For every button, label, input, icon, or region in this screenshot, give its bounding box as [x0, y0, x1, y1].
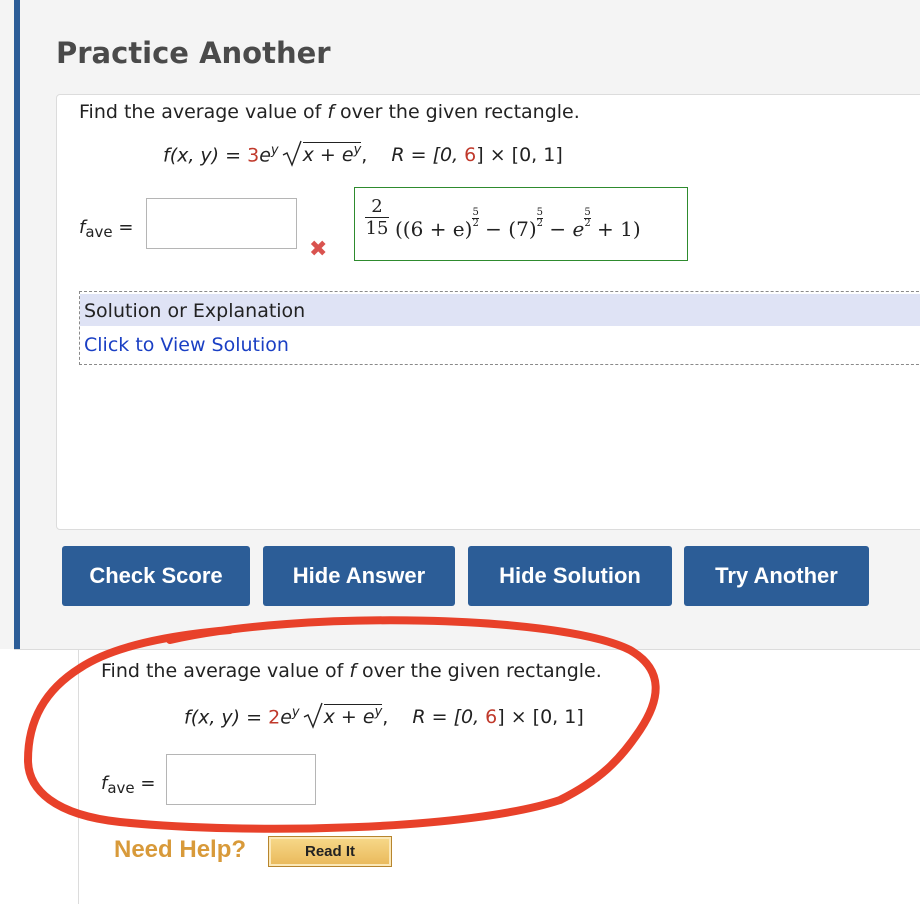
- f-lhs: f(x, y) =: [184, 706, 269, 729]
- question-left-border: [78, 650, 79, 904]
- region-red-value: 6: [464, 144, 477, 167]
- correct-answer-box: 2 15 ((6 + e) 5 2 − (7) 5 2 − e52 + 1): [354, 187, 688, 261]
- next-function-formula: f(x, y) = 2ey x + ey , R = [0, 6] × [0, …: [184, 702, 584, 729]
- next-answer-input[interactable]: [166, 754, 316, 805]
- sqrt-content: x + ey: [302, 142, 362, 167]
- region: R = [0, 6] × [0, 1]: [412, 706, 583, 728]
- region-red-value: 6: [485, 706, 498, 729]
- region-label: R = [0,: [391, 144, 465, 167]
- next-fave-label: fave =: [101, 773, 155, 797]
- sqrt-exponent: y: [374, 705, 383, 720]
- prompt-var: f: [349, 660, 357, 682]
- practice-another-title: Practice Another: [56, 36, 331, 70]
- expr-minus-e: − e: [543, 217, 585, 241]
- view-solution-link[interactable]: Click to View Solution: [84, 334, 289, 356]
- hide-solution-button[interactable]: Hide Solution: [468, 546, 672, 606]
- frac-numerator: 2: [371, 196, 383, 217]
- expr-open: ((6 + e): [395, 217, 473, 241]
- sqrt-x: x + e: [302, 144, 354, 167]
- sqrt-icon: [303, 702, 323, 729]
- read-it-button[interactable]: Read It: [268, 836, 392, 867]
- fave-eq: =: [140, 773, 156, 794]
- sqrt-x: x + e: [323, 706, 375, 729]
- frac-denominator: 15: [365, 217, 389, 239]
- fave-sub: ave: [107, 779, 135, 797]
- f-exponent: y: [270, 143, 279, 158]
- prompt-text: Find the average value of: [101, 660, 350, 682]
- region: R = [0, 6] × [0, 1]: [391, 144, 562, 166]
- need-help-label: Need Help?: [114, 836, 247, 863]
- check-score-button[interactable]: Check Score: [62, 546, 250, 606]
- fave-eq: =: [118, 217, 134, 238]
- sqrt-content: x + ey: [323, 704, 383, 729]
- sqrt-exponent: y: [353, 143, 362, 158]
- f-coefficient: 3: [247, 144, 260, 167]
- try-another-button[interactable]: Try Another: [684, 546, 869, 606]
- expr-minus-seven: − (7): [478, 217, 537, 241]
- next-question-prompt: Find the average value of f over the giv…: [101, 660, 602, 682]
- divider: [14, 649, 920, 650]
- separator: ,: [382, 706, 389, 729]
- f-lhs: f(x, y) =: [163, 144, 248, 167]
- region-label: R = [0,: [412, 706, 486, 729]
- region-tail: ] × [0, 1]: [497, 706, 584, 729]
- fave-label: fave =: [79, 217, 133, 241]
- answer-expression: ((6 + e) 5 2 − (7) 5 2 − e52 + 1): [395, 208, 641, 242]
- solution-section: Solution or Explanation Click to View So…: [79, 291, 920, 365]
- function-formula: f(x, y) = 3ey x + ey , R = [0, 6] × [0, …: [163, 140, 563, 167]
- region-tail: ] × [0, 1]: [476, 144, 563, 167]
- f-coefficient: 2: [268, 706, 281, 729]
- sqrt-icon: [282, 140, 302, 167]
- hide-answer-button[interactable]: Hide Answer: [263, 546, 455, 606]
- panel-accent-bar: [14, 0, 20, 649]
- answer-fraction: 2 15: [365, 197, 389, 240]
- sqrt-expression: x + ey: [282, 140, 362, 167]
- f-exponent: y: [291, 705, 300, 720]
- separator: ,: [361, 144, 368, 167]
- prompt-text: Find the average value of: [79, 101, 328, 123]
- prompt-var: f: [327, 101, 335, 123]
- incorrect-icon: ✖: [309, 237, 328, 262]
- f-e: e: [280, 706, 292, 729]
- expr-tail: + 1): [590, 217, 641, 241]
- sqrt-expression: x + ey: [303, 702, 383, 729]
- prompt-text-end: over the given rectangle.: [356, 660, 602, 682]
- f-e: e: [259, 144, 271, 167]
- answer-input[interactable]: [146, 198, 297, 249]
- fave-sub: ave: [85, 223, 113, 241]
- solution-heading: Solution or Explanation: [80, 294, 920, 326]
- question-card: Find the average value of f over the giv…: [56, 94, 920, 530]
- question-prompt: Find the average value of f over the giv…: [79, 101, 580, 123]
- prompt-text-end: over the given rectangle.: [334, 101, 580, 123]
